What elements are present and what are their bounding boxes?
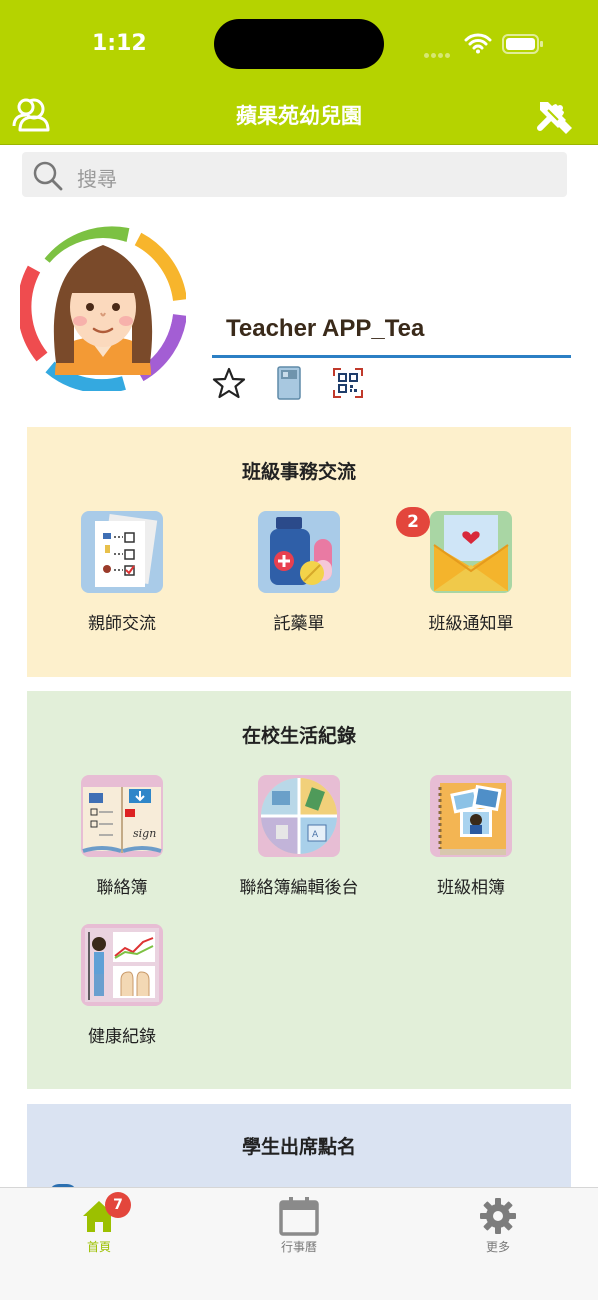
tools-icon[interactable] [534, 96, 572, 134]
dynamic-island [214, 19, 384, 69]
search-input[interactable]: 搜尋 [22, 152, 567, 197]
home-icon: 7 [79, 1192, 131, 1236]
tab-more[interactable]: 更多 [428, 1188, 568, 1255]
name-divider [212, 355, 571, 358]
tile-label: 聯絡簿 [96, 878, 148, 898]
tile-label: 班級相簿 [437, 878, 505, 898]
tab-label: 行事曆 [280, 1240, 317, 1254]
contact-book-icon: sign [81, 775, 163, 857]
wifi-icon [464, 33, 492, 54]
tab-calendar[interactable]: 行事曆 [229, 1188, 369, 1255]
tile-label: 班級通知單 [428, 614, 514, 634]
section-title: 班級事務交流 [241, 461, 356, 483]
school-life-panel: 在校生活紀錄 sign 聯絡簿 A 聯絡簿編輯後台 班級相簿 健康紀錄 [27, 691, 571, 1089]
search-placeholder: 搜尋 [77, 167, 117, 191]
attendance-panel: 學生出席點名 [27, 1104, 571, 1194]
tile-label: 健康紀錄 [88, 1027, 156, 1047]
contact-book-admin-tile[interactable]: A 聯絡簿編輯後台 [209, 775, 389, 898]
checklist-icon [81, 511, 163, 593]
medicine-icon [258, 511, 340, 593]
svg-text:sign: sign [133, 827, 156, 840]
tile-label: 親師交流 [88, 614, 156, 634]
status-time: 1:12 [92, 31, 147, 56]
gear-icon [478, 1196, 518, 1236]
battery-icon [502, 34, 543, 54]
section-title: 學生出席點名 [241, 1136, 356, 1158]
tab-bar: 7 首頁 行事曆 更多 [0, 1187, 598, 1300]
health-record-tile[interactable]: 健康紀錄 [32, 924, 212, 1047]
home-badge: 7 [105, 1192, 131, 1218]
qr-code-icon[interactable] [333, 368, 363, 398]
section-title: 在校生活紀錄 [241, 725, 356, 747]
parent-teacher-tile[interactable]: 親師交流 [32, 511, 212, 634]
signal-icon [424, 43, 454, 58]
class-affairs-panel: 班級事務交流 親師交流 託藥單 班級通知單 2 [27, 427, 571, 677]
contact-book-tile[interactable]: sign 聯絡簿 [32, 775, 212, 898]
tile-label: 聯絡簿編輯後台 [239, 878, 359, 898]
envelope-heart-icon [430, 511, 512, 593]
tab-home[interactable]: 7 首頁 [29, 1188, 169, 1255]
class-album-tile[interactable]: 班級相簿 [381, 775, 561, 898]
medicine-order-tile[interactable]: 託藥單 [209, 511, 389, 634]
tab-label: 更多 [485, 1240, 510, 1254]
photo-album-icon [430, 775, 512, 857]
app-header: 1:12 蘋果苑幼兒園 [0, 0, 598, 145]
health-chart-icon [81, 924, 163, 1006]
tile-label: 託藥單 [273, 614, 325, 634]
teacher-name: Teacher APP_Tea [226, 315, 425, 342]
phone-icon[interactable] [276, 366, 302, 400]
calendar-icon [279, 1196, 319, 1236]
app-title: 蘋果苑幼兒園 [236, 104, 362, 128]
dashboard-icon: A [258, 775, 340, 857]
search-icon [33, 161, 63, 191]
notice-count-badge: 2 [396, 507, 430, 537]
tab-label: 首頁 [86, 1240, 111, 1254]
avatar[interactable] [20, 225, 186, 391]
star-icon[interactable] [212, 366, 246, 400]
svg-text:A: A [312, 830, 319, 840]
status-icons [424, 32, 546, 58]
